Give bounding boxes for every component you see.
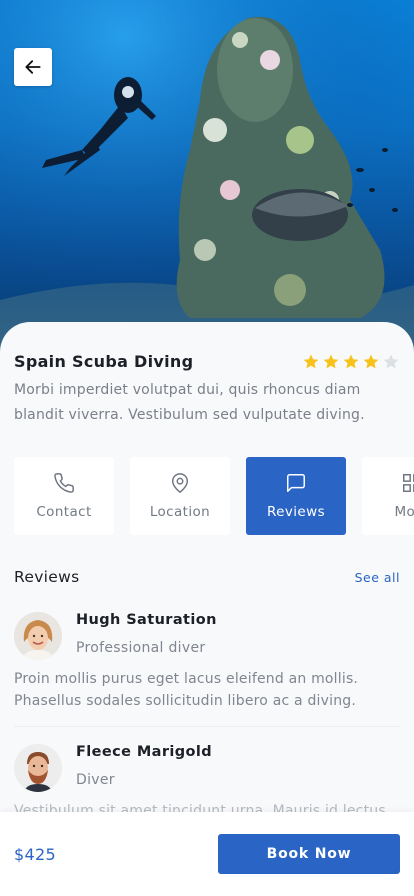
tab-contact[interactable]: Contact	[14, 457, 114, 535]
reviewer-name: Hugh Saturation	[76, 612, 217, 628]
arrow-left-icon	[25, 60, 41, 74]
avatar-woman-image	[14, 612, 62, 660]
grid-icon	[403, 474, 414, 492]
tab-reviews[interactable]: Reviews	[246, 457, 346, 535]
star-filled-icon	[323, 354, 339, 368]
book-now-button[interactable]: Book Now	[218, 834, 400, 874]
star-rating	[302, 353, 400, 371]
review-text: Vestibulum sit amet tincidunt urna. Maur…	[14, 803, 386, 812]
tab-more[interactable]: More	[362, 457, 414, 535]
phone-icon	[54, 473, 74, 493]
reviewer-role: Professional diver	[76, 640, 206, 656]
tab-reviews-label: Reviews	[267, 504, 325, 520]
underwater-statue-illustration	[0, 0, 414, 360]
star-filled-icon	[343, 354, 359, 368]
tab-more-label: More	[394, 504, 414, 520]
tab-location-label: Location	[149, 504, 211, 520]
back-button[interactable]	[14, 48, 52, 86]
price: $425	[14, 845, 56, 864]
message-square-icon	[287, 474, 305, 492]
reviewer-role: Diver	[76, 772, 115, 788]
avatar	[14, 612, 62, 660]
avatar	[14, 744, 62, 792]
divider	[14, 726, 400, 727]
tab-contact-label: Contact	[36, 504, 92, 520]
star-filled-icon	[303, 354, 319, 368]
reviewer-name: Fleece Marigold	[76, 744, 213, 760]
info-tabs: Contact Location Reviews More	[14, 457, 414, 535]
booking-bar: $425 Book Now	[0, 812, 414, 896]
star-filled-icon	[363, 354, 379, 368]
star-empty-icon	[383, 354, 399, 368]
tab-location[interactable]: Location	[130, 457, 230, 535]
see-all-link[interactable]: See all	[355, 570, 400, 585]
details-sheet: Spain Scuba Diving Morbi imperdiet volut…	[0, 322, 414, 812]
trip-description: Morbi imperdiet volutpat dui, quis rhonc…	[14, 382, 365, 423]
hero-image	[0, 0, 414, 360]
review-text: Proin mollis purus eget lacus eleifend a…	[14, 671, 359, 709]
reviews-heading: Reviews	[14, 568, 80, 586]
trip-title: Spain Scuba Diving	[14, 352, 194, 371]
avatar-man-image	[14, 744, 62, 792]
map-pin-icon	[171, 473, 189, 494]
